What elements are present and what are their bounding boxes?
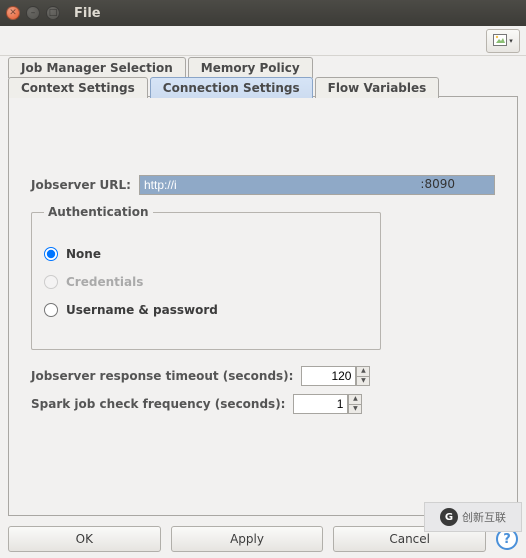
- response-timeout-down-icon[interactable]: ▼: [356, 376, 370, 387]
- minimize-icon[interactable]: –: [26, 6, 40, 20]
- auth-userpass-label: Username & password: [66, 303, 218, 317]
- help-button[interactable]: ?: [496, 528, 518, 550]
- authentication-group: Authentication None Credentials Username…: [31, 205, 381, 350]
- check-frequency-input[interactable]: [293, 394, 348, 414]
- auth-userpass-radio[interactable]: [44, 303, 58, 317]
- check-frequency-label: Spark job check frequency (seconds):: [31, 397, 285, 411]
- window-title: File: [74, 6, 101, 21]
- response-timeout-label: Jobserver response timeout (seconds):: [31, 369, 293, 383]
- window-buttons: ✕ – □: [6, 6, 60, 20]
- button-bar: OK Apply Cancel ?: [8, 526, 518, 552]
- jobserver-url-port: :8090: [420, 177, 455, 191]
- chevron-down-icon: ▾: [509, 37, 513, 45]
- auth-none-row[interactable]: None: [44, 247, 368, 261]
- response-timeout-spinner: ▲ ▼: [301, 366, 370, 386]
- auth-credentials-radio[interactable]: [44, 275, 58, 289]
- settings-panel: Jobserver URL: :8090 Authentication None…: [8, 96, 518, 516]
- jobserver-url-row: Jobserver URL: :8090: [31, 175, 495, 195]
- tab-row-1: Job Manager Selection Memory Policy: [8, 56, 518, 77]
- apply-button[interactable]: Apply: [171, 526, 324, 552]
- close-icon[interactable]: ✕: [6, 6, 20, 20]
- response-timeout-row: Jobserver response timeout (seconds): ▲ …: [31, 366, 495, 386]
- image-icon: [493, 34, 507, 49]
- toolbar: ▾: [0, 26, 526, 56]
- tab-job-manager-selection[interactable]: Job Manager Selection: [8, 57, 186, 78]
- image-dropdown-button[interactable]: ▾: [486, 29, 520, 53]
- auth-userpass-row[interactable]: Username & password: [44, 303, 368, 317]
- tab-flow-variables[interactable]: Flow Variables: [315, 77, 440, 98]
- jobserver-url-label: Jobserver URL:: [31, 178, 131, 192]
- check-frequency-row: Spark job check frequency (seconds): ▲ ▼: [31, 394, 495, 414]
- ok-button[interactable]: OK: [8, 526, 161, 552]
- auth-credentials-row[interactable]: Credentials: [44, 275, 368, 289]
- tab-row-2: Context Settings Connection Settings Flo…: [8, 76, 518, 97]
- auth-none-radio[interactable]: [44, 247, 58, 261]
- tabs-container: Job Manager Selection Memory Policy Cont…: [0, 56, 526, 97]
- authentication-legend: Authentication: [44, 205, 153, 219]
- check-frequency-down-icon[interactable]: ▼: [348, 404, 362, 415]
- check-frequency-up-icon[interactable]: ▲: [348, 394, 362, 404]
- response-timeout-input[interactable]: [301, 366, 356, 386]
- title-bar: ✕ – □ File: [0, 0, 526, 26]
- tab-memory-policy[interactable]: Memory Policy: [188, 57, 313, 78]
- auth-none-label: None: [66, 247, 101, 261]
- cancel-button[interactable]: Cancel: [333, 526, 486, 552]
- tab-context-settings[interactable]: Context Settings: [8, 77, 148, 98]
- response-timeout-up-icon[interactable]: ▲: [356, 366, 370, 376]
- maximize-icon[interactable]: □: [46, 6, 60, 20]
- tab-connection-settings[interactable]: Connection Settings: [150, 77, 313, 98]
- check-frequency-spinner: ▲ ▼: [293, 394, 362, 414]
- auth-credentials-label: Credentials: [66, 275, 143, 289]
